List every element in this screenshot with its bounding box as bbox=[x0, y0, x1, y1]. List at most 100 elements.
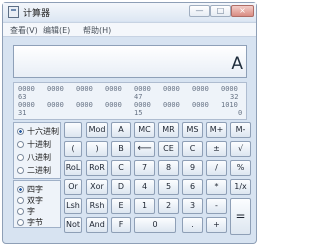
backspace-button[interactable]: ⟵ bbox=[134, 141, 155, 157]
rotate-left-button[interactable]: RoL bbox=[64, 160, 82, 176]
radio-qword[interactable]: 四字 bbox=[17, 185, 43, 194]
or-button[interactable]: Or bbox=[64, 179, 82, 195]
left-shift-button[interactable]: Lsh bbox=[64, 198, 82, 214]
digit-5-button[interactable]: 5 bbox=[158, 179, 179, 195]
minus-button[interactable]: - bbox=[206, 198, 227, 214]
bit-position-label: 47 bbox=[134, 93, 143, 101]
not-button[interactable]: Not bbox=[64, 217, 82, 233]
right-shift-button[interactable]: Rsh bbox=[86, 198, 108, 214]
bit-group: 0000 bbox=[163, 101, 180, 109]
menu-help[interactable]: 帮助(H) bbox=[83, 25, 111, 36]
plus-minus-button[interactable]: ± bbox=[206, 141, 227, 157]
e-button[interactable]: E bbox=[111, 198, 131, 214]
selected-radio-icon bbox=[17, 186, 24, 193]
calculator-icon bbox=[8, 6, 19, 18]
minimize-button[interactable]: — bbox=[189, 5, 210, 17]
multiply-button[interactable]: * bbox=[206, 179, 227, 195]
bit-position-label: 0 bbox=[238, 109, 243, 117]
radio-label: 十六进制 bbox=[27, 127, 59, 136]
right-paren-button[interactable]: ) bbox=[86, 141, 108, 157]
decimal-button[interactable]: . bbox=[182, 217, 203, 233]
digit-1-button[interactable]: 1 bbox=[134, 198, 155, 214]
menu-bar: 查看(V) 编辑(E) 帮助(H) bbox=[3, 22, 256, 37]
digit-2-button[interactable]: 2 bbox=[158, 198, 179, 214]
bit-group: 0000 bbox=[221, 85, 238, 93]
radio-label: 四字 bbox=[27, 185, 43, 194]
radio-label: 二进制 bbox=[27, 166, 51, 175]
bit-group: 0000 bbox=[47, 85, 64, 93]
digit-3-button[interactable]: 3 bbox=[182, 198, 203, 214]
c-button[interactable]: C bbox=[111, 160, 131, 176]
memory-add-button[interactable]: M+ bbox=[206, 122, 227, 138]
radio-icon bbox=[17, 141, 24, 148]
radio-dword[interactable]: 双字 bbox=[17, 196, 43, 205]
clear-button[interactable]: C bbox=[182, 141, 203, 157]
close-button[interactable]: × bbox=[231, 5, 254, 17]
word-size-group: 四字 双字 字 字节 bbox=[13, 180, 61, 228]
digit-0-button[interactable]: 0 bbox=[134, 217, 176, 233]
equals-button[interactable]: = bbox=[230, 198, 251, 235]
title-bar: 计算器 — □ × bbox=[3, 3, 256, 21]
radio-bin[interactable]: 二进制 bbox=[17, 166, 51, 175]
bit-group: 0000 bbox=[163, 85, 180, 93]
rotate-right-button[interactable]: RoR bbox=[86, 160, 108, 176]
digit-9-button[interactable]: 9 bbox=[182, 160, 203, 176]
radio-icon bbox=[17, 219, 24, 226]
menu-view[interactable]: 查看(V) bbox=[10, 25, 38, 36]
radio-label: 十进制 bbox=[27, 140, 51, 149]
blank-button[interactable] bbox=[64, 122, 82, 138]
left-paren-button[interactable]: ( bbox=[64, 141, 82, 157]
radio-dec[interactable]: 十进制 bbox=[17, 140, 51, 149]
digit-8-button[interactable]: 8 bbox=[158, 160, 179, 176]
square-root-button[interactable]: √ bbox=[230, 141, 251, 157]
radio-label: 双字 bbox=[27, 196, 43, 205]
radio-label: 字节 bbox=[27, 218, 43, 227]
radio-icon bbox=[17, 154, 24, 161]
digit-6-button[interactable]: 6 bbox=[182, 179, 203, 195]
radio-icon bbox=[17, 167, 24, 174]
plus-button[interactable]: + bbox=[206, 217, 227, 233]
digit-4-button[interactable]: 4 bbox=[134, 179, 155, 195]
digit-7-button[interactable]: 7 bbox=[134, 160, 155, 176]
radio-label: 八进制 bbox=[27, 153, 51, 162]
memory-clear-button[interactable]: MC bbox=[134, 122, 155, 138]
display-value: A bbox=[231, 54, 243, 74]
and-button[interactable]: And bbox=[86, 217, 108, 233]
radio-icon bbox=[17, 197, 24, 204]
bit-group: 0000 bbox=[18, 85, 35, 93]
window-title: 计算器 bbox=[23, 9, 51, 19]
b-button[interactable]: B bbox=[111, 141, 131, 157]
menu-edit[interactable]: 编辑(E) bbox=[43, 25, 70, 36]
bit-group: 0000 bbox=[105, 101, 122, 109]
radio-icon bbox=[17, 208, 24, 215]
radio-byte[interactable]: 字节 bbox=[17, 218, 43, 227]
xor-button[interactable]: Xor bbox=[86, 179, 108, 195]
maximize-button[interactable]: □ bbox=[210, 5, 231, 17]
f-button[interactable]: F bbox=[111, 217, 131, 233]
divide-button[interactable]: / bbox=[206, 160, 227, 176]
memory-subtract-button[interactable]: M- bbox=[230, 122, 251, 138]
radio-word[interactable]: 字 bbox=[17, 207, 35, 216]
main-display: A bbox=[13, 45, 247, 78]
clear-entry-button[interactable]: CE bbox=[158, 141, 179, 157]
selected-radio-icon bbox=[17, 128, 24, 135]
percent-button[interactable]: % bbox=[230, 160, 251, 176]
d-button[interactable]: D bbox=[111, 179, 131, 195]
radio-oct[interactable]: 八进制 bbox=[17, 153, 51, 162]
bit-group: 1010 bbox=[221, 101, 238, 109]
radio-hex[interactable]: 十六进制 bbox=[17, 127, 59, 136]
reciprocal-button[interactable]: 1/x bbox=[230, 179, 251, 195]
bit-position-label: 15 bbox=[134, 109, 143, 117]
bit-group: 0000 bbox=[18, 101, 35, 109]
bit-group: 0000 bbox=[192, 85, 209, 93]
memory-recall-button[interactable]: MR bbox=[158, 122, 179, 138]
memory-store-button[interactable]: MS bbox=[182, 122, 203, 138]
number-system-group: 十六进制 十进制 八进制 二进制 bbox=[13, 122, 61, 179]
calculator-window: 计算器 — □ × 查看(V) 编辑(E) 帮助(H) A 0000 0000 … bbox=[2, 2, 257, 244]
bit-group: 0000 bbox=[134, 101, 151, 109]
radio-label: 字 bbox=[27, 207, 35, 216]
mod-button[interactable]: Mod bbox=[86, 122, 108, 138]
bit-group: 0000 bbox=[47, 101, 64, 109]
a-button[interactable]: A bbox=[111, 122, 131, 138]
bit-group: 0000 bbox=[76, 85, 93, 93]
